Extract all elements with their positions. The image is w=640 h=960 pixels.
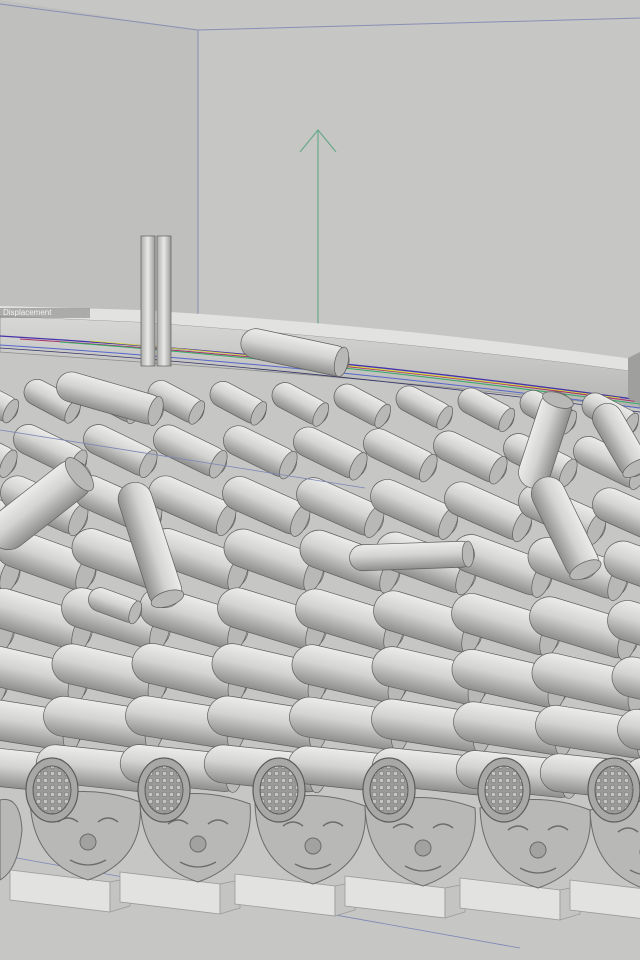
roof-tile [349, 540, 475, 572]
3d-viewport[interactable]: Displacement [0, 0, 640, 960]
lotus-end-cap [477, 757, 531, 823]
clipped-object [628, 352, 640, 404]
object-name-label[interactable]: Displacement [0, 308, 90, 318]
lotus-end-cap [25, 757, 79, 823]
lotus-end-cap [362, 757, 416, 823]
lotus-end-cap [252, 757, 306, 823]
lotus-end-cap [137, 757, 191, 823]
lotus-end-cap [587, 757, 640, 823]
viewport-scene[interactable]: Displacement [0, 0, 640, 960]
